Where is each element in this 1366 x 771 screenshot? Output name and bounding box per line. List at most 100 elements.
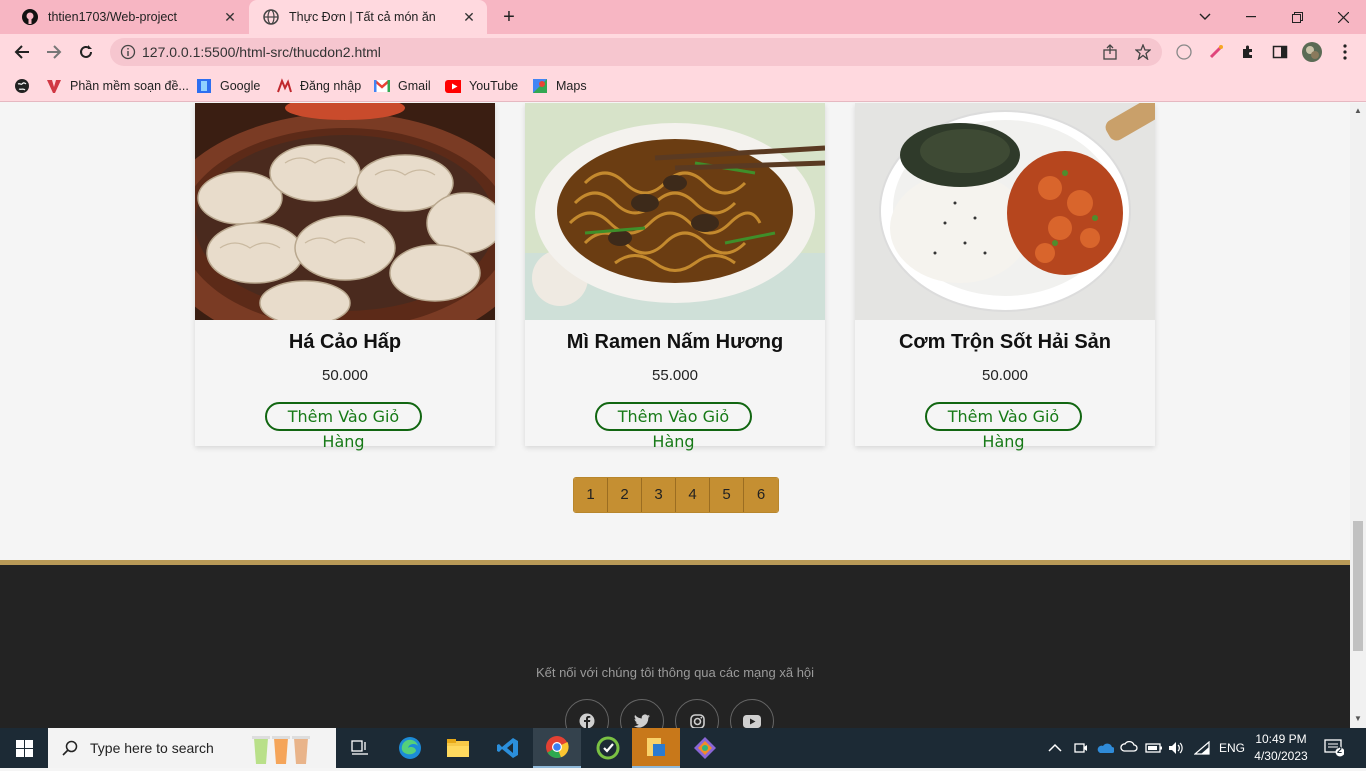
bookmark-star-icon[interactable]	[1134, 43, 1152, 61]
page-link-5[interactable]: 5	[710, 478, 744, 512]
facebook-icon[interactable]	[565, 699, 609, 728]
wifi-icon[interactable]	[1194, 728, 1210, 768]
back-button[interactable]	[10, 40, 34, 64]
bookmark-item[interactable]: Đăng nhập	[276, 76, 361, 96]
notification-count: 2	[1337, 745, 1343, 755]
battery-icon[interactable]	[1145, 728, 1163, 768]
menu-card: Cơm Trộn Sốt Hải Sản 50.000 Thêm Vào Giỏ…	[855, 103, 1155, 451]
pagination: 1 2 3 4 5 6	[573, 477, 779, 513]
dish-price: 50.000	[982, 367, 1028, 384]
globe-icon	[263, 9, 279, 25]
close-window-button[interactable]	[1320, 0, 1366, 34]
page-link-6[interactable]: 6	[744, 478, 778, 512]
bubble-tea-icon	[248, 730, 314, 771]
add-to-cart-button[interactable]: Thêm Vào Giỏ Hàng	[595, 402, 752, 451]
show-hidden-icons[interactable]	[1048, 728, 1062, 768]
clock-date: 4/30/2023	[1254, 749, 1308, 763]
page-link-2[interactable]: 2	[608, 478, 642, 512]
chrome-icon[interactable]	[533, 728, 581, 768]
bookmark-label: YouTube	[469, 79, 519, 93]
youtube-icon[interactable]	[730, 699, 774, 728]
v-logo-icon	[46, 78, 62, 94]
site-footer: Kết nối với chúng tôi thông qua các mạng…	[0, 560, 1350, 728]
apps-globe-icon[interactable]	[14, 76, 30, 96]
tab-github[interactable]: thtien1703/Web-project ✕	[8, 0, 248, 34]
bookmark-item[interactable]: Phần mềm soạn đề...	[46, 76, 189, 96]
reload-button[interactable]	[74, 40, 98, 64]
bookmark-item[interactable]: YouTube	[445, 76, 518, 96]
address-bar[interactable]: 127.0.0.1:5500/html-src/thucdon2.html	[110, 38, 1162, 66]
edge-icon[interactable]	[386, 728, 434, 768]
coccoc-icon[interactable]	[584, 728, 632, 768]
git-client-icon[interactable]	[681, 728, 729, 768]
volume-icon[interactable]	[1168, 728, 1184, 768]
dish-price: 55.000	[652, 367, 698, 384]
tab-title: Thực Đơn | Tất cả món ăn	[289, 10, 436, 24]
google-icon	[196, 78, 212, 94]
bookmark-label: Gmail	[398, 79, 431, 93]
instagram-icon[interactable]	[675, 699, 719, 728]
bookmark-label: Google	[220, 79, 261, 93]
dish-image-ramen	[525, 103, 825, 320]
new-tab-button[interactable]: +	[498, 6, 520, 28]
gmail-icon	[374, 78, 390, 94]
close-tab-icon[interactable]: ✕	[222, 9, 238, 25]
page-link-3[interactable]: 3	[642, 478, 676, 512]
add-to-cart-button[interactable]: Thêm Vào Giỏ Hàng	[265, 402, 422, 451]
restore-button[interactable]	[1274, 0, 1320, 34]
twitter-icon[interactable]	[620, 699, 664, 728]
menu-card: Há Cảo Hấp 50.000 Thêm Vào Giỏ Hàng	[195, 103, 495, 451]
clock-time: 10:49 PM	[1255, 732, 1307, 746]
file-explorer-icon[interactable]	[434, 728, 482, 768]
vscode-icon[interactable]	[484, 728, 532, 768]
language-indicator[interactable]: ENG	[1219, 728, 1245, 768]
search-icon	[62, 740, 78, 756]
browser-toolbar: 127.0.0.1:5500/html-src/thucdon2.html	[0, 34, 1366, 70]
taskbar-search-box[interactable]: Type here to search	[48, 728, 336, 768]
file-manager-icon[interactable]	[632, 728, 680, 768]
site-info-icon[interactable]	[120, 44, 136, 60]
page-link-1[interactable]: 1	[574, 478, 608, 512]
forward-button[interactable]	[42, 40, 66, 64]
compass-extension-icon[interactable]	[1175, 43, 1193, 61]
add-to-cart-button[interactable]: Thêm Vào Giỏ Hàng	[925, 402, 1082, 451]
page-scrollbar[interactable]: ▲ ▼	[1350, 103, 1366, 728]
bookmark-item[interactable]: Maps	[532, 76, 587, 96]
profile-avatar[interactable]	[1301, 41, 1323, 63]
page-link-4[interactable]: 4	[676, 478, 710, 512]
close-tab-icon[interactable]: ✕	[461, 9, 477, 25]
notification-center-icon[interactable]: 2	[1324, 728, 1344, 768]
task-view-icon[interactable]	[336, 728, 384, 768]
footer-tagline: Kết nối với chúng tôi thông qua các mạng…	[535, 665, 815, 680]
scroll-down-arrow-icon[interactable]: ▼	[1354, 715, 1362, 723]
tab-search-icon[interactable]	[1182, 0, 1228, 34]
bookmark-item[interactable]: Google	[196, 76, 260, 96]
login-icon	[276, 78, 292, 94]
bookmark-item[interactable]: Gmail	[374, 76, 431, 96]
minimize-button[interactable]	[1228, 0, 1274, 34]
system-clock[interactable]: 10:49 PM 4/30/2023	[1248, 731, 1314, 765]
side-panel-icon[interactable]	[1271, 43, 1289, 61]
windows-start-icon[interactable]	[0, 728, 48, 768]
extensions-puzzle-icon[interactable]	[1239, 43, 1257, 61]
browser-menu-icon[interactable]	[1336, 43, 1354, 61]
youtube-icon	[445, 78, 461, 94]
meet-now-icon[interactable]	[1074, 728, 1088, 768]
dish-image-ha-cao	[195, 103, 495, 320]
windows-taskbar: Type here to search ENG 10:49 PM 4/30/20…	[0, 728, 1366, 768]
color-picker-extension-icon[interactable]	[1207, 43, 1225, 61]
url-text: 127.0.0.1:5500/html-src/thucdon2.html	[142, 44, 381, 60]
maps-icon	[532, 78, 548, 94]
onedrive-icon[interactable]	[1096, 728, 1114, 768]
tab-strip: thtien1703/Web-project ✕ Thực Đơn | Tất …	[0, 0, 1366, 34]
search-placeholder: Type here to search	[90, 740, 214, 756]
dish-price: 50.000	[322, 367, 368, 384]
menu-card: Mì Ramen Nấm Hương 55.000 Thêm Vào Giỏ H…	[525, 103, 825, 451]
scroll-up-arrow-icon[interactable]: ▲	[1354, 107, 1362, 115]
scrollbar-thumb[interactable]	[1353, 521, 1363, 651]
cloud-sync-icon[interactable]	[1120, 728, 1138, 768]
share-icon[interactable]	[1102, 44, 1118, 60]
dish-image-com-tron	[855, 103, 1155, 320]
page-viewport: Há Cảo Hấp 50.000 Thêm Vào Giỏ Hàng Mì R…	[0, 103, 1350, 728]
tab-thucdon[interactable]: Thực Đơn | Tất cả món ăn ✕	[249, 0, 487, 34]
